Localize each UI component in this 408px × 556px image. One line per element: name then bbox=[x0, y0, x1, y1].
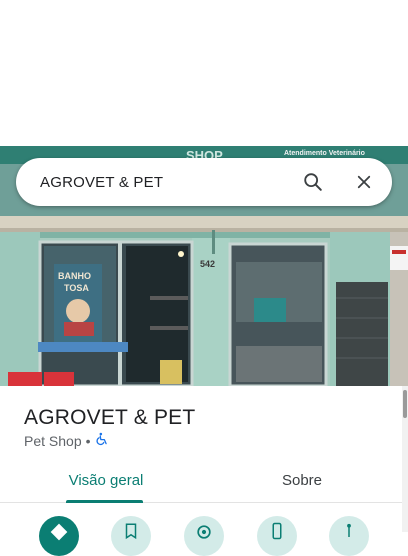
top-blank-area bbox=[0, 0, 408, 146]
tab-overview-label: Visão geral bbox=[68, 471, 144, 489]
tab-about[interactable]: Sobre bbox=[266, 458, 338, 502]
place-category[interactable]: Pet Shop bbox=[24, 433, 82, 449]
tab-overview[interactable]: Visão geral bbox=[60, 458, 152, 502]
nearby-icon bbox=[197, 525, 211, 539]
tab-about-label: Sobre bbox=[281, 471, 323, 489]
share-icon bbox=[347, 523, 351, 537]
place-tabs: Visão geral Sobre bbox=[0, 458, 402, 503]
wheelchair-accessible-icon bbox=[95, 432, 109, 449]
panel-scrollbar[interactable] bbox=[402, 386, 408, 532]
phone-icon bbox=[272, 522, 282, 540]
poster-line-2: TOSA bbox=[64, 283, 89, 293]
directions-icon bbox=[50, 523, 68, 541]
place-title: AGROVET & PET bbox=[24, 406, 196, 429]
save-button[interactable] bbox=[111, 516, 151, 556]
close-icon[interactable] bbox=[352, 170, 376, 194]
sign-subtext: Atendimento Veterinário bbox=[284, 150, 365, 157]
directions-button[interactable] bbox=[39, 516, 79, 556]
search-bar[interactable]: AGROVET & PET bbox=[16, 158, 392, 206]
search-icon[interactable] bbox=[301, 170, 325, 194]
meta-separator: • bbox=[85, 432, 91, 449]
place-meta: Pet Shop • bbox=[24, 432, 109, 449]
active-tab-indicator bbox=[66, 500, 143, 503]
action-buttons-row bbox=[0, 516, 402, 556]
scrollbar-thumb[interactable] bbox=[403, 390, 407, 418]
nearby-button[interactable] bbox=[184, 516, 224, 556]
house-number: 542 bbox=[200, 259, 215, 269]
search-input[interactable]: AGROVET & PET bbox=[16, 174, 301, 191]
place-info-panel: AGROVET & PET Pet Shop • Visão geral Sob… bbox=[0, 386, 402, 556]
phone-button[interactable] bbox=[257, 516, 297, 556]
save-icon bbox=[125, 523, 137, 540]
poster-line-1: BANHO bbox=[58, 271, 91, 281]
share-button[interactable] bbox=[329, 516, 369, 556]
